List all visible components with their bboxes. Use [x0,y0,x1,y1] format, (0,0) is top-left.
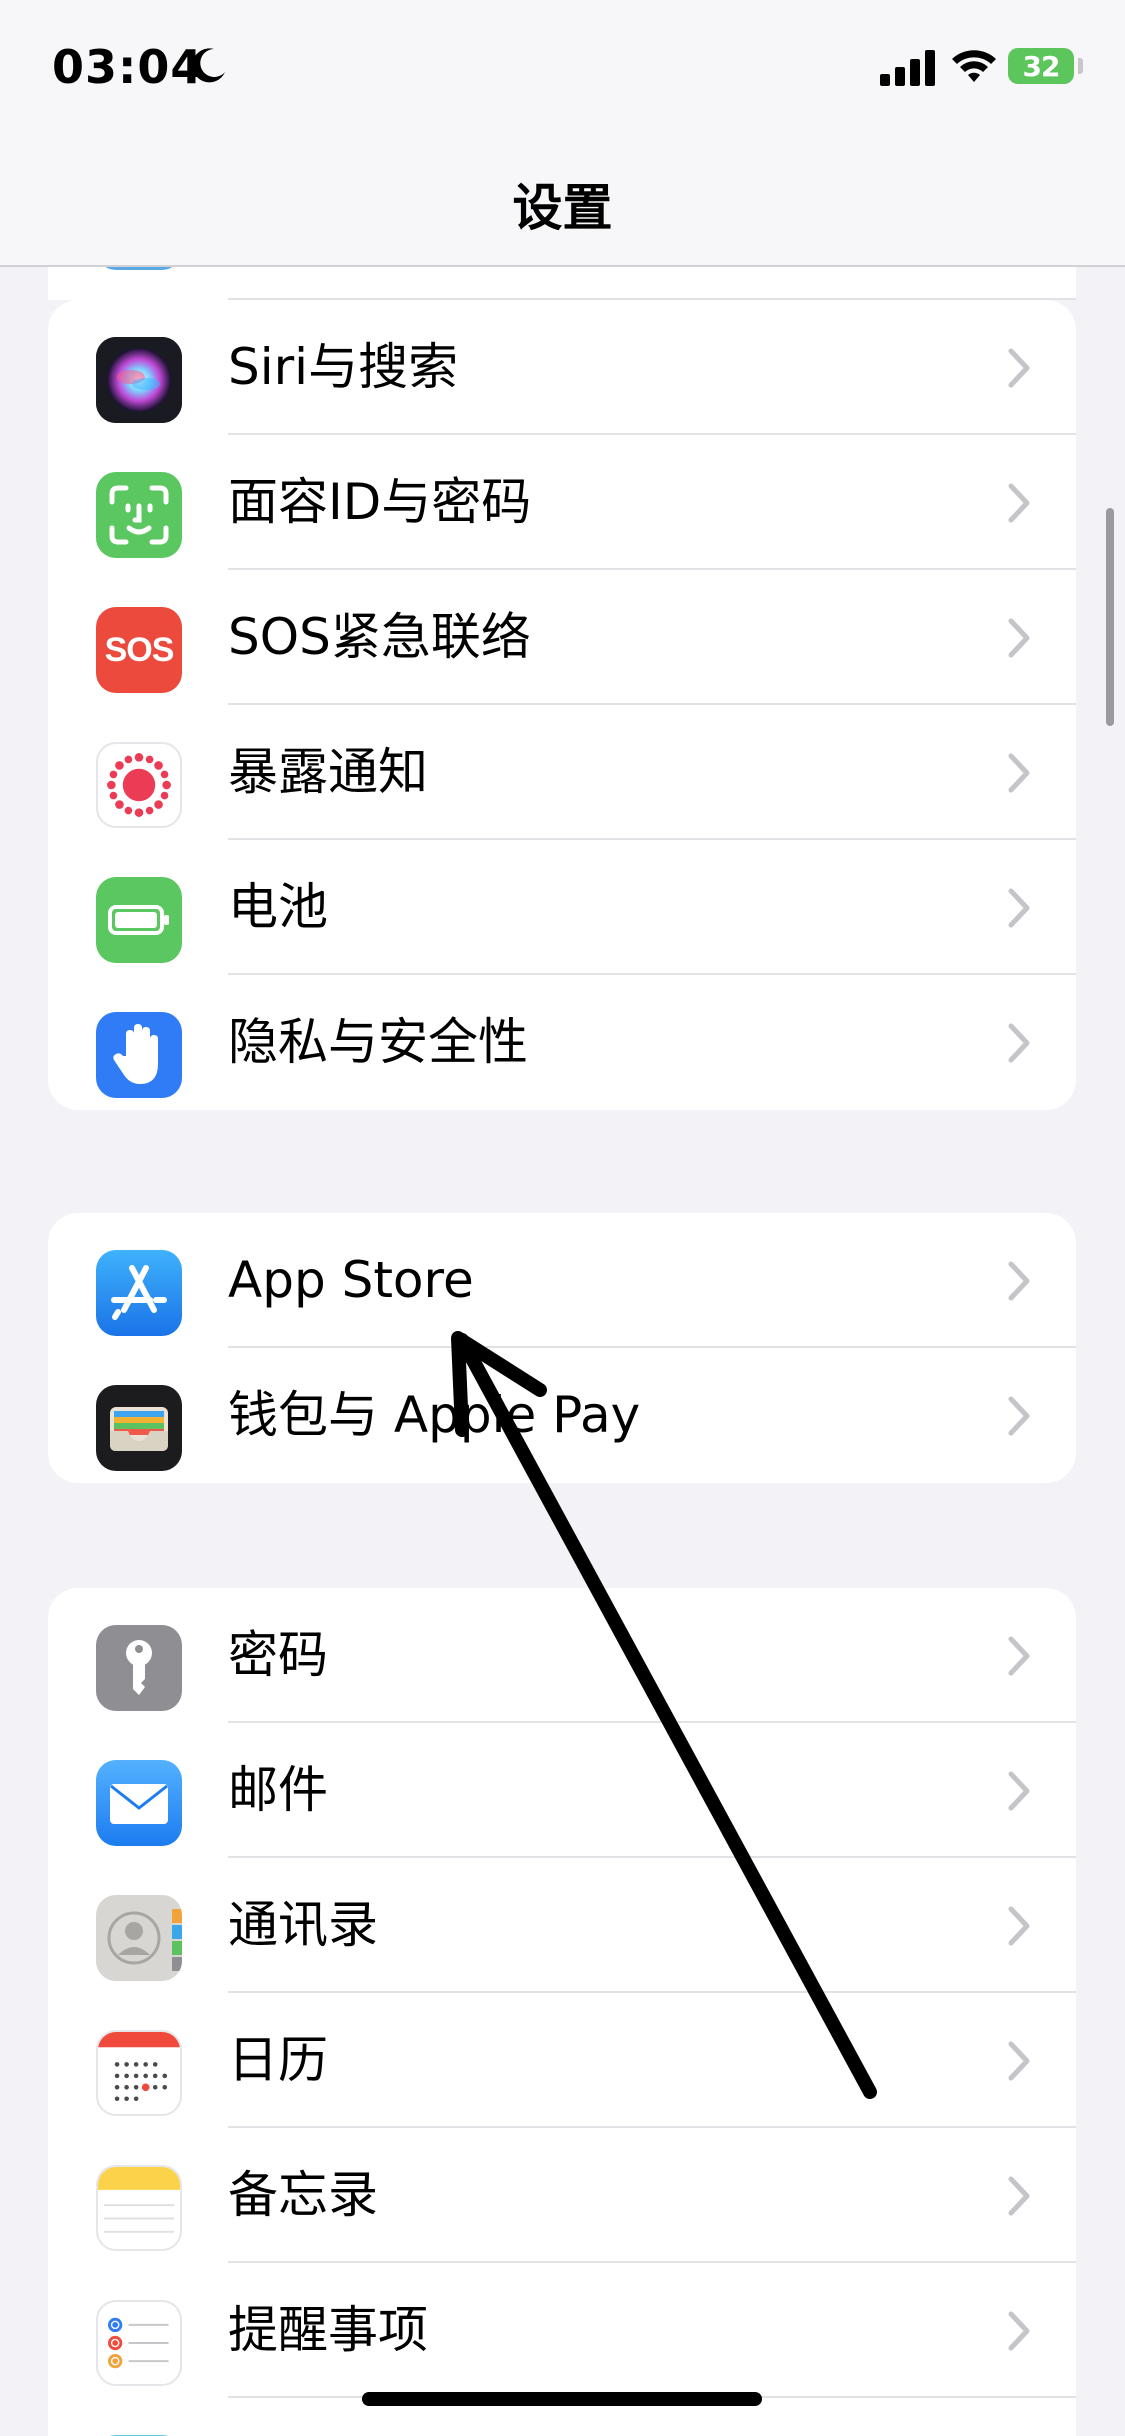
row-label: 日历 [228,2031,328,2089]
chevron-right-icon [1008,618,1030,658]
wifi-icon [952,50,996,82]
row-label: Siri与搜索 [228,338,459,396]
row-label: 电池 [228,878,328,936]
settings-row-exposure[interactable]: 暴露通知 [48,705,1076,840]
settings-group-system: Siri与搜索 面容ID与密码 SOS SOS紧急联络 暴露通知 电池 隐私与安… [48,300,1076,1110]
sos-icon-text: SOS [104,630,175,669]
row-label: 邮件 [228,1761,328,1819]
cellular-signal-icon [880,50,935,86]
battery-icon [96,877,182,963]
contacts-icon [96,1895,182,1981]
settings-row-passwords[interactable]: 密码 [48,1588,1076,1723]
hand-icon [96,1012,182,1098]
chevron-right-icon [1008,2176,1030,2216]
settings-group-apps: 密码 邮件 通讯录 日历 备忘录 提醒事项 [48,1588,1076,2436]
row-label: 钱包与 Apple Pay [228,1386,641,1444]
settings-row-app-store[interactable]: App Store [48,1213,1076,1348]
status-time: 03:04 [52,40,204,94]
settings-row-notes[interactable]: 备忘录 [48,2128,1076,2263]
chevron-right-icon [1008,888,1030,928]
app-store-icon [96,1250,182,1336]
chevron-right-icon [1008,1771,1030,1811]
settings-row-siri[interactable]: Siri与搜索 [48,300,1076,435]
notes-icon [96,2165,182,2251]
chevron-right-icon [1008,1023,1030,1063]
siri-icon [96,337,182,423]
row-label: SOS紧急联络 [228,608,531,666]
chevron-right-icon [1008,1261,1030,1301]
row-label: 面容ID与密码 [228,473,532,531]
row-label: 提醒事项 [228,2301,428,2359]
scroll-indicator[interactable] [1106,508,1114,726]
settings-row-privacy[interactable]: 隐私与安全性 [48,975,1076,1110]
reminders-icon [96,2300,182,2386]
status-and-nav-bar: 03:04 32 设置 [0,0,1125,267]
key-icon [96,1625,182,1711]
chevron-right-icon [1008,753,1030,793]
settings-row-reminders[interactable]: 提醒事项 [48,2263,1076,2398]
face-id-icon [96,472,182,558]
chevron-right-icon [1008,483,1030,523]
sos-icon: SOS [96,607,182,693]
chevron-right-icon [1008,348,1030,388]
chevron-right-icon [1008,1906,1030,1946]
row-label: 隐私与安全性 [228,1013,528,1071]
battery-level-icon: 32 [1008,48,1074,84]
chevron-right-icon [1008,2041,1030,2081]
row-label: App Store [228,1251,474,1309]
chevron-right-icon [1008,2311,1030,2351]
settings-row-contacts[interactable]: 通讯录 [48,1858,1076,1993]
chevron-right-icon [1008,1636,1030,1676]
battery-tip-icon [1078,58,1083,74]
page-title: 设置 [512,179,613,237]
settings-group-store: App Store 钱包与 Apple Pay [48,1213,1076,1483]
settings-row-calendar[interactable]: 日历 [48,1993,1076,2128]
home-indicator[interactable] [362,2392,762,2406]
chevron-right-icon [1008,1396,1030,1436]
row-label: 密码 [228,1626,328,1684]
settings-row-mail[interactable]: 邮件 [48,1723,1076,1858]
row-label: 通讯录 [228,1896,378,1954]
mail-icon [96,1760,182,1846]
exposure-icon [96,742,182,828]
calendar-icon [96,2030,182,2116]
focus-moon-icon [192,48,225,83]
row-label: 备忘录 [228,2166,378,2224]
row-label: 暴露通知 [228,743,428,801]
settings-row-wallet[interactable]: 钱包与 Apple Pay [48,1348,1076,1483]
settings-row-sos[interactable]: SOS SOS紧急联络 [48,570,1076,705]
settings-row-face-id[interactable]: 面容ID与密码 [48,435,1076,570]
wallet-icon [96,1385,182,1471]
settings-row-battery[interactable]: 电池 [48,840,1076,975]
